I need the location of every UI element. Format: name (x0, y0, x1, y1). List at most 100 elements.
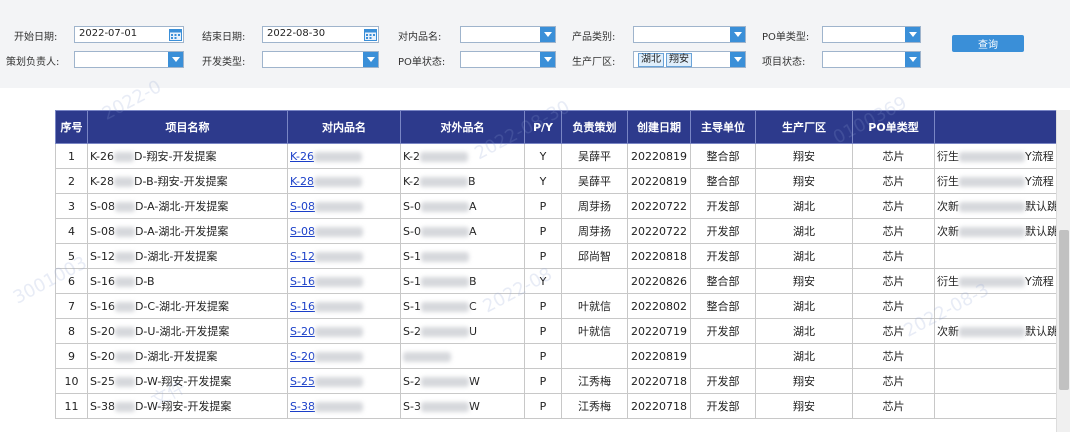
create-date-cell: 20220802 (627, 293, 691, 319)
column-header[interactable]: 序号 (55, 110, 88, 144)
chevron-down-icon[interactable] (730, 27, 745, 42)
start-date-value: 2022-07-01 (79, 28, 138, 39)
internal-product-select[interactable] (460, 26, 556, 43)
dev-type-label: 开发类型: (202, 57, 246, 68)
po-type-select[interactable] (822, 26, 921, 43)
column-header[interactable]: 生产厂区 (755, 110, 853, 144)
redacted (314, 401, 363, 412)
chevron-down-icon[interactable] (730, 52, 745, 67)
po-type-cell: 芯片 (852, 318, 935, 344)
redacted (314, 301, 363, 312)
redacted (959, 202, 1025, 212)
redacted (114, 152, 135, 162)
chevron-down-icon[interactable] (168, 52, 183, 67)
column-header[interactable]: 主导单位 (690, 110, 756, 144)
planner-cell: 江秀梅 (561, 393, 628, 419)
create-date-cell: 20220826 (627, 268, 691, 294)
po-type-cell: 芯片 (852, 243, 935, 269)
product-category-label: 产品类别: (572, 32, 616, 43)
calendar-icon[interactable] (364, 28, 377, 41)
column-header[interactable]: 对内品名 (287, 110, 401, 144)
project-name-cell: K-26 D-翔安-开发提案 (87, 143, 288, 169)
internal-product-link[interactable]: S-16 (287, 268, 401, 294)
table-row[interactable]: 8 S-20 D-U-湖北-开发提案 S-20 S-2 U P 叶就信 20220719 开发部湖… (55, 318, 1070, 344)
column-header[interactable]: PO单类型 (852, 110, 935, 144)
factory-tag[interactable]: 湖北 (638, 53, 664, 67)
column-header[interactable]: 开发类 (934, 110, 1070, 144)
internal-product-link[interactable]: S-38 (287, 393, 401, 419)
external-product-cell: S-2 U (400, 318, 525, 344)
external-product-cell: K-2 B (400, 168, 525, 194)
row-number: 2 (55, 168, 88, 194)
project-name-cell: S-12 D-湖北-开发提案 (87, 243, 288, 269)
table-row[interactable]: 9 S-20 D-湖北-开发提案 S-20 P 20220819 湖北 芯片 (55, 343, 1070, 369)
factory-multiselect[interactable]: 湖北 翔安 (633, 51, 746, 68)
column-header[interactable]: 创建日期 (627, 110, 691, 144)
lead-unit-cell: 开发部 (690, 318, 756, 344)
project-name-cell: S-20 D-U-湖北-开发提案 (87, 318, 288, 344)
end-date-field[interactable]: 2022-08-30 (262, 26, 379, 43)
internal-product-link[interactable]: S-25 (287, 368, 401, 394)
column-header[interactable]: 项目名称 (87, 110, 288, 144)
column-header[interactable]: 负责策划 (561, 110, 628, 144)
chevron-down-icon[interactable] (540, 52, 555, 67)
internal-product-link[interactable]: K-28 (287, 168, 401, 194)
start-date-field[interactable]: 2022-07-01 (74, 26, 184, 43)
chevron-down-icon[interactable] (905, 27, 920, 42)
column-header[interactable]: P/Y (524, 110, 562, 144)
project-name-cell: S-25 D-W-翔安-开发提案 (87, 368, 288, 394)
factory-tag[interactable]: 翔安 (666, 53, 692, 67)
internal-product-link[interactable]: S-20 (287, 343, 401, 369)
scrollbar-thumb[interactable] (1059, 230, 1069, 390)
table-row[interactable]: 6 S-16 D-B S-16 S-1 B Y 20220826 整合部 翔安 芯片 衍生 Y流程 (55, 268, 1070, 294)
table-row[interactable]: 3 S-08 D-A-湖北-开发提案 S-08 S-0 A P 周芽扬 20220722 开发部湖… (55, 193, 1070, 219)
create-date-cell: 20220719 (627, 318, 691, 344)
table-row[interactable]: 5 S-12 D-湖北-开发提案 S-12 S-1 P 邱尚智 20220818 开发部 湖北 芯片 (55, 243, 1070, 269)
py-cell: P (524, 243, 562, 269)
po-type-cell: 芯片 (852, 393, 935, 419)
create-date-cell: 20220722 (627, 218, 691, 244)
create-date-cell: 20220718 (627, 368, 691, 394)
external-product-cell: S-3 W (400, 393, 525, 419)
chevron-down-icon[interactable] (540, 27, 555, 42)
project-status-select[interactable] (822, 51, 921, 68)
redacted (114, 227, 135, 237)
row-number: 11 (55, 393, 88, 419)
table-row[interactable]: 4 S-08 D-A-湖北-开发提案 S-08 S-0 A P 周芽扬 20220722 开发部湖… (55, 218, 1070, 244)
query-button[interactable]: 查询 (952, 35, 1024, 52)
table-row[interactable]: 7 S-16 D-C-湖北-开发提案 S-16 S-1 C P 叶就信 20220802 整合部湖… (55, 293, 1070, 319)
dev-type-cell: 次新 默认跳 (934, 193, 1070, 219)
redacted (314, 176, 363, 187)
calendar-icon[interactable] (169, 28, 182, 41)
dev-type-cell (934, 293, 1070, 319)
project-name-cell: S-16 D-B (87, 268, 288, 294)
internal-product-link[interactable]: S-08 (287, 193, 401, 219)
chevron-down-icon[interactable] (363, 52, 378, 67)
lead-unit-cell: 开发部 (690, 368, 756, 394)
table-row[interactable]: 1 K-26 D-翔安-开发提案 K-26 K-2 Y 吴薛平 20220819 整合部 翔安 芯片… (55, 143, 1070, 169)
column-header[interactable]: 对外品名 (400, 110, 525, 144)
chevron-down-icon[interactable] (905, 52, 920, 67)
table-row[interactable]: 10 S-25 D-W-翔安-开发提案 S-25 S-2 W P 江秀梅 20220718 开发部… (55, 368, 1070, 394)
product-category-select[interactable] (633, 26, 746, 43)
table-row[interactable]: 2 K-28 D-B-翔安-开发提案 K-28 K-2 B Y 吴薛平 20220819 整合部翔… (55, 168, 1070, 194)
redacted (420, 376, 469, 387)
internal-product-link[interactable]: K-26 (287, 143, 401, 169)
redacted (959, 277, 1025, 287)
internal-product-link[interactable]: S-16 (287, 293, 401, 319)
po-status-select[interactable] (460, 51, 556, 68)
redacted (420, 301, 469, 312)
table-row[interactable]: 11 S-38 D-W-翔安-开发提案 S-38 S-3 W P 江秀梅 20220718 开发部… (55, 393, 1070, 419)
internal-product-label: 对内品名: (398, 32, 442, 43)
redacted (114, 202, 135, 212)
internal-product-link[interactable]: S-12 (287, 243, 401, 269)
py-cell: P (524, 343, 562, 369)
planner-select[interactable] (74, 51, 184, 68)
vertical-scrollbar[interactable] (1056, 110, 1070, 432)
dev-type-cell: 次新 默认跳 (934, 318, 1070, 344)
internal-product-link[interactable]: S-08 (287, 218, 401, 244)
dev-type-select[interactable] (262, 51, 379, 68)
filter-panel: 开始日期: 2022-07-01 结束日期: 2022-08-30 对内品名: … (0, 0, 1070, 88)
redacted (314, 351, 363, 362)
internal-product-link[interactable]: S-20 (287, 318, 401, 344)
